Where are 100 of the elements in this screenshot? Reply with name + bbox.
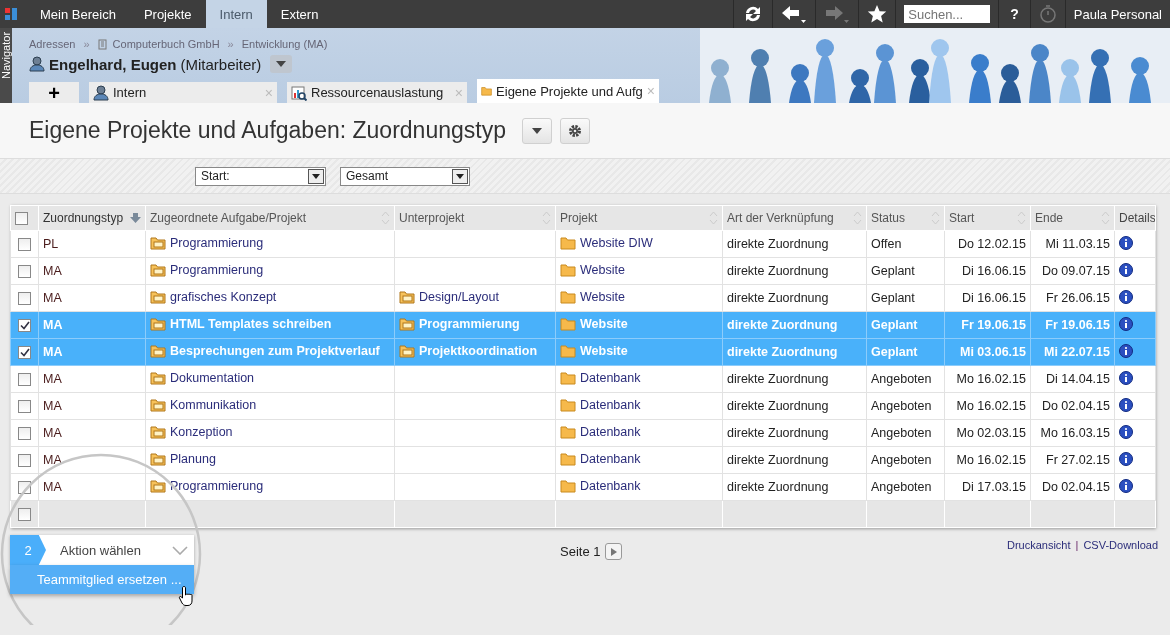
breadcrumb-link[interactable]: Entwicklung (MA) [241,38,328,50]
navigator-tab[interactable]: Navigator [0,28,12,103]
table-cell: Mo 02.03.15 [956,426,1026,440]
filter-dropdown[interactable]: Gesamt [340,166,470,186]
action-dropdown[interactable]: 2 Aktion wählen [10,535,194,565]
folder-icon [560,478,576,493]
checkbox[interactable] [18,373,31,387]
column-header[interactable]: Ende [1030,205,1115,231]
status-text: Geplant [871,291,915,305]
info-icon[interactable] [1119,397,1133,412]
checkbox[interactable] [18,427,31,441]
nav-tab[interactable]: Projekte [129,0,206,28]
table-cell: direkte Zuordnung [727,264,829,278]
info-icon[interactable] [1119,451,1133,466]
column-header[interactable]: Unterprojekt [394,205,556,231]
column-header[interactable]: Projekt [555,205,723,231]
filter-dropdown[interactable]: Start: [195,166,326,186]
sort-icon [709,211,718,225]
nav-tab[interactable]: Intern [205,0,267,28]
column-header[interactable]: Details [1114,205,1156,231]
sort-icon [853,211,862,225]
status-text: Geplant [871,264,915,278]
info-icon[interactable] [1119,235,1133,250]
footer-link[interactable]: Druckansicht [1006,539,1071,551]
task-folder-icon [399,316,415,331]
footer-link[interactable]: CSV-Download [1083,539,1158,551]
table-cell: direkte Zuordnung [727,426,829,440]
table-cell: direkte Zuordnung [727,453,829,467]
info-icon[interactable] [1119,343,1133,358]
status-text: Angeboten [871,426,932,440]
chart-icon [291,84,307,101]
page-title: Eigene Projekte und Aufgaben: Zuordnungstyp [29,117,506,144]
info-icon[interactable] [1119,370,1133,385]
task-folder-icon [150,370,166,385]
folder-icon [560,343,576,358]
checkbox[interactable] [18,292,31,306]
assignment-type: MA [43,372,62,386]
person-icon [93,84,109,101]
breadcrumb-link[interactable]: Adressen [29,38,76,50]
assignment-type: MA [43,318,63,332]
settings-button[interactable] [559,117,590,144]
document-tab[interactable]: Eigene Projekte und Aufg × [477,79,659,103]
help-button[interactable]: ? [1007,6,1022,22]
user-name[interactable]: Paula Personal [1073,6,1162,22]
status-text: Offen [871,237,902,251]
table-cell: Do 09.07.15 [1041,264,1110,278]
column-header[interactable]: Art der Verknüpfung [722,205,867,231]
back-arrow-icon[interactable] [781,4,808,24]
checkmark-icon [19,321,30,331]
nav-tab[interactable]: Extern [266,0,333,28]
table-cell: direkte Zuordnung [727,345,838,359]
play-arrow-icon [611,547,617,556]
checkbox[interactable] [18,454,31,468]
assignment-type: MA [43,426,62,440]
status-text: Geplant [871,345,918,359]
caret-icon [312,173,320,179]
task-folder-icon [150,262,166,277]
assignment-type: MA [43,480,62,494]
checkbox[interactable] [18,265,31,279]
nav-tab[interactable]: Mein Bereich [26,0,130,28]
document-tab[interactable]: Ressourcenauslastung × [287,82,467,103]
checkbox[interactable] [18,346,31,360]
checkbox[interactable] [18,508,31,522]
checkbox[interactable] [15,212,28,226]
document-tab[interactable]: Intern × [89,82,277,103]
column-header[interactable]: Start [944,205,1031,231]
column-header[interactable]: Zugeordnete Aufgabe/Projekt [145,205,395,231]
info-icon[interactable] [1119,316,1133,331]
caret-icon [531,127,542,134]
info-icon[interactable] [1119,289,1133,304]
column-header[interactable]: Zuordnungstyp [38,205,146,231]
info-icon[interactable] [1119,478,1133,493]
task-folder-icon [150,451,166,466]
star-icon[interactable] [867,4,888,24]
folder-icon [560,424,576,439]
checkbox[interactable] [18,319,31,333]
table-cell: direkte Zuordnung [727,480,829,494]
table-cell: Fr 19.06.15 [1045,318,1110,332]
task-folder-icon [150,316,166,331]
assignment-type: MA [43,399,62,413]
checkbox[interactable] [18,238,31,252]
table-cell: Mi 22.07.15 [1044,345,1110,359]
person-menu-button[interactable] [270,55,293,73]
table-cell: Do 12.02.15 [957,237,1026,251]
table-cell: Di 14.04.15 [1046,372,1110,386]
sort-icon [1101,211,1110,225]
title-menu-button[interactable] [521,117,552,144]
task-link[interactable]: Planung [150,451,216,466]
next-page-button[interactable] [605,543,623,560]
column-header[interactable]: Status [866,205,945,231]
search-field[interactable]: Suchen... [904,5,991,23]
task-link[interactable]: Konzeption [150,424,233,439]
table-cell: Do 02.04.15 [1041,399,1110,413]
sort-icon [381,211,390,225]
info-icon[interactable] [1119,424,1133,439]
table-cell: direkte Zuordnung [727,318,838,332]
breadcrumb-link[interactable]: Computerbuch GmbH [112,38,220,50]
add-tab-button[interactable]: + [29,82,79,103]
info-icon[interactable] [1119,262,1133,277]
checkbox[interactable] [18,400,31,414]
